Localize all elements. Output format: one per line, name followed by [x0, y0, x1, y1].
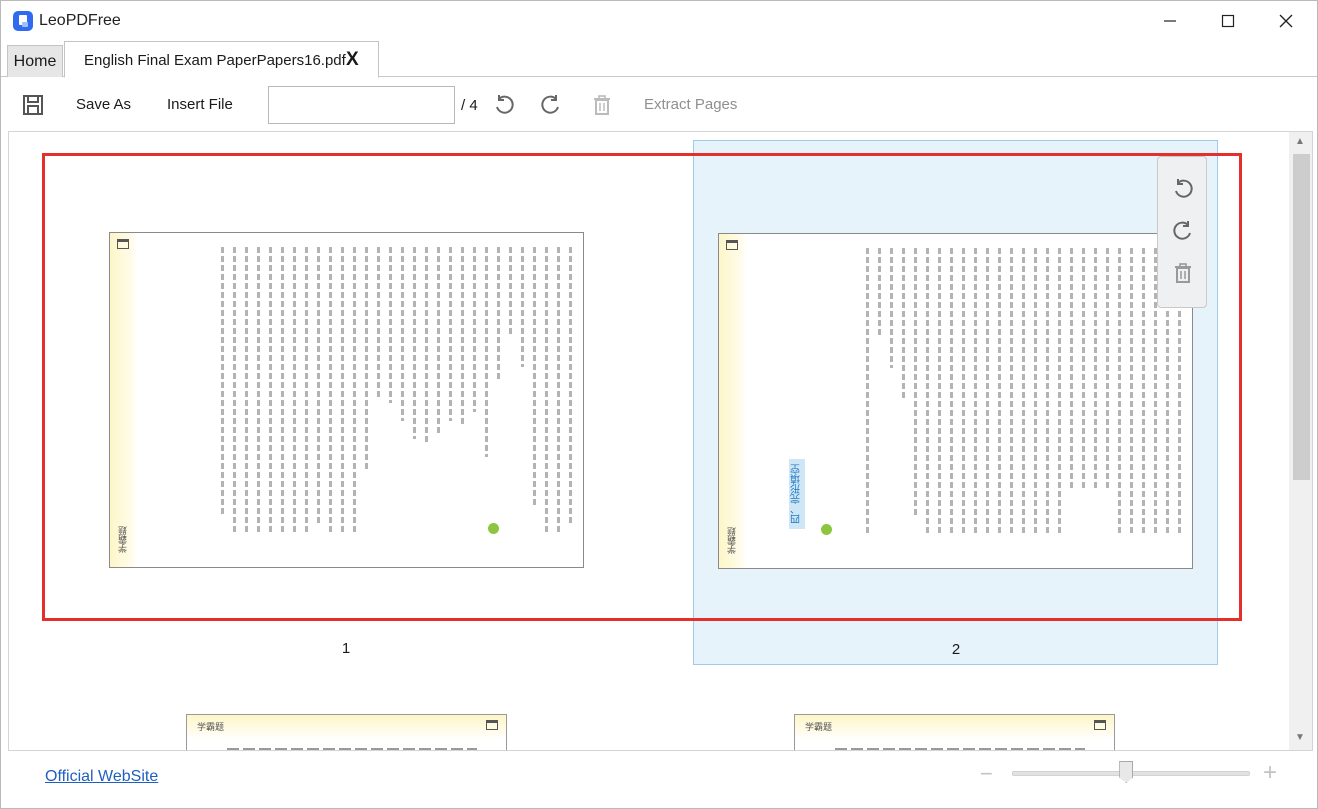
page-logo: 学霸题 [197, 722, 225, 732]
page-total-label: / 4 [461, 97, 478, 114]
section-badge-icon [821, 524, 832, 535]
page-text-columns [757, 248, 1187, 548]
maximize-button[interactable] [1199, 1, 1257, 41]
section-badge-icon [488, 523, 499, 534]
page-logo: 学霸题 [727, 527, 737, 554]
page-number-label: 2 [951, 641, 961, 658]
rotate-right-icon[interactable] [1171, 219, 1195, 243]
page-side-band [110, 233, 138, 567]
page-thumbnail: 学霸题 四、完形填空 [718, 233, 1193, 569]
tab-document-label: English Final Exam PaperPapers16.pdf [84, 52, 346, 69]
school-icon [726, 240, 738, 250]
page-logo: 学霸题 [118, 526, 128, 553]
rotate-left-icon[interactable] [1171, 177, 1195, 201]
page-card-2[interactable]: 学霸题 四、完形填空 2 [693, 140, 1218, 665]
minimize-button[interactable] [1141, 1, 1199, 41]
save-as-button[interactable]: Save As [76, 96, 131, 113]
page-card-3[interactable]: 学霸题 [186, 714, 507, 750]
page-text-line [227, 748, 477, 750]
school-icon [117, 239, 129, 249]
tab-home[interactable]: Home [7, 45, 63, 77]
page-number-input[interactable] [268, 86, 455, 124]
app-window: LeoPDFree Home English Final Exam PaperP… [0, 0, 1318, 809]
zoom-out-button[interactable]: − [980, 761, 993, 787]
page-thumbnail: 学霸题 [109, 232, 584, 568]
page-number-label: 1 [341, 640, 351, 657]
scrollbar-thumb[interactable] [1293, 154, 1310, 480]
page-top-band [187, 715, 506, 739]
insert-file-button[interactable]: Insert File [167, 96, 233, 113]
rotate-right-icon[interactable] [539, 93, 563, 117]
close-icon [1279, 14, 1293, 28]
page-logo: 学霸题 [805, 722, 833, 732]
title-bar: LeoPDFree [1, 1, 1317, 41]
minimize-icon [1164, 20, 1176, 22]
tab-document[interactable]: English Final Exam PaperPapers16.pdf X [64, 41, 379, 78]
scroll-up-icon[interactable]: ▲ [1295, 136, 1305, 147]
school-icon [486, 720, 498, 730]
school-icon [1094, 720, 1106, 730]
toolbar: Save As Insert File / 4 Extract Pages [1, 77, 1317, 131]
vertical-scrollbar[interactable]: ▲ ▼ [1289, 132, 1312, 750]
trash-icon[interactable] [1171, 261, 1195, 285]
page-text-line [835, 748, 1085, 750]
page-card-4[interactable]: 学霸题 [794, 714, 1115, 750]
page-top-band [795, 715, 1114, 739]
close-window-button[interactable] [1257, 1, 1315, 41]
app-logo-icon [13, 11, 33, 31]
section-heading: 四、完形填空 [789, 459, 805, 529]
page-card-1[interactable]: 学霸题 1 [84, 140, 609, 665]
page-actions-panel [1157, 156, 1207, 308]
zoom-slider-thumb[interactable] [1119, 761, 1134, 783]
zoom-in-button[interactable]: + [1263, 759, 1277, 787]
page-grid: 学霸题 1 学霸题 四、完形填空 2 学霸题 学霸题 ▲ ▼ [8, 131, 1313, 751]
maximize-icon [1221, 14, 1235, 28]
tab-bar: Home English Final Exam PaperPapers16.pd… [1, 41, 1317, 78]
scroll-down-icon[interactable]: ▼ [1295, 732, 1305, 743]
rotate-left-icon[interactable] [492, 93, 516, 117]
page-side-band [719, 234, 747, 568]
app-title: LeoPDFree [39, 12, 121, 29]
page-text-columns [148, 247, 578, 547]
extract-pages-button[interactable]: Extract Pages [644, 96, 737, 113]
save-icon[interactable] [21, 93, 45, 117]
trash-icon[interactable] [590, 93, 614, 117]
official-website-link[interactable]: Official WebSite [45, 768, 158, 786]
tab-close-button[interactable]: X [346, 49, 359, 71]
